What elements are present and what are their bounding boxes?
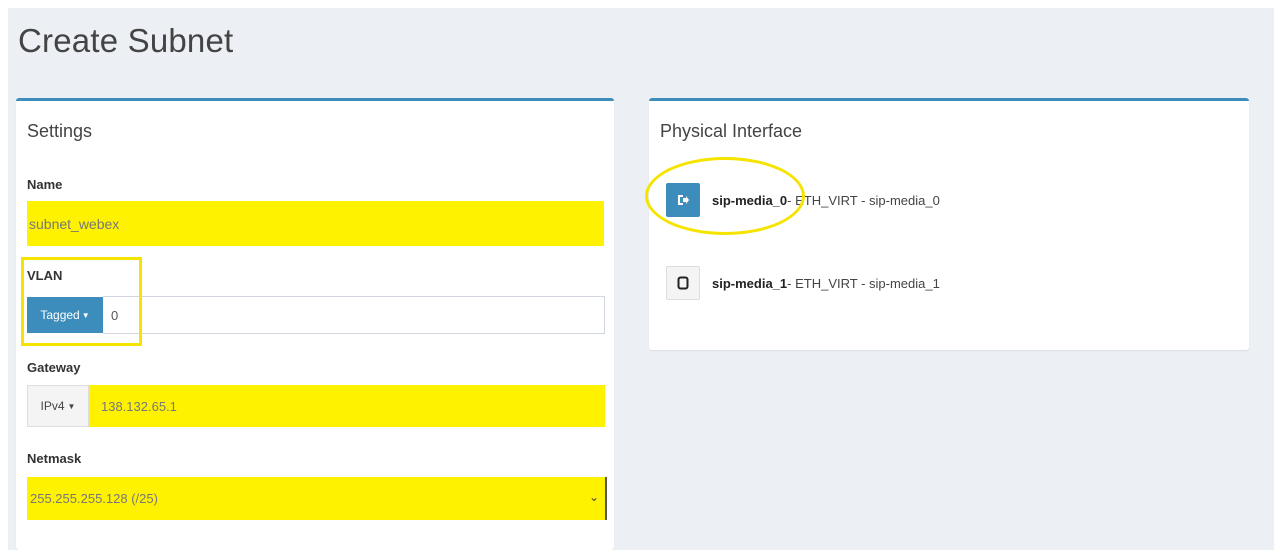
ip-version-label: IPv4 <box>40 399 65 413</box>
square-icon <box>677 276 689 290</box>
netmask-select[interactable]: 255.255.255.128 (/25) ⌄ <box>27 477 607 520</box>
settings-card: Settings Name subnet_webex VLAN Tagged ▼… <box>16 98 614 550</box>
annotation-ellipse <box>645 157 805 235</box>
netmask-value: 255.255.255.128 (/25) <box>30 491 158 506</box>
caret-down-icon: ▼ <box>67 401 76 411</box>
physical-interface-header: Physical Interface <box>660 121 803 141</box>
gateway-input-group: IPv4 ▼ 138.132.65.1 <box>27 385 605 427</box>
interface-select-button[interactable] <box>666 266 700 300</box>
interface-item[interactable]: sip-media_1 - ETH_VIRT - sip-media_1 <box>666 266 940 300</box>
netmask-label: Netmask <box>27 451 82 466</box>
gateway-label: Gateway <box>27 360 81 375</box>
ip-version-dropdown[interactable]: IPv4 ▼ <box>27 385 89 427</box>
name-label: Name <box>27 177 63 192</box>
interface-detail: - ETH_VIRT - sip-media_0 <box>787 192 940 208</box>
name-field-value: subnet_webex <box>29 215 120 232</box>
page-title: Create Subnet <box>18 22 234 59</box>
vlan-id-field[interactable]: 0 <box>103 296 605 334</box>
annotation-box <box>21 257 142 346</box>
interface-name: sip-media_1 <box>712 275 788 291</box>
name-field[interactable]: subnet_webex <box>27 201 604 246</box>
chevron-down-icon: ⌄ <box>588 490 599 504</box>
gateway-field[interactable]: 138.132.65.1 <box>89 385 605 427</box>
screenshot: Create Subnet Settings Name subnet_webex… <box>0 0 1274 550</box>
physical-interface-card: Physical Interface sip-media_0 - ETH_VIR… <box>645 98 1249 350</box>
settings-header: Settings <box>27 121 93 141</box>
gateway-value: 138.132.65.1 <box>101 398 177 414</box>
interface-detail: - ETH_VIRT - sip-media_1 <box>787 275 940 291</box>
